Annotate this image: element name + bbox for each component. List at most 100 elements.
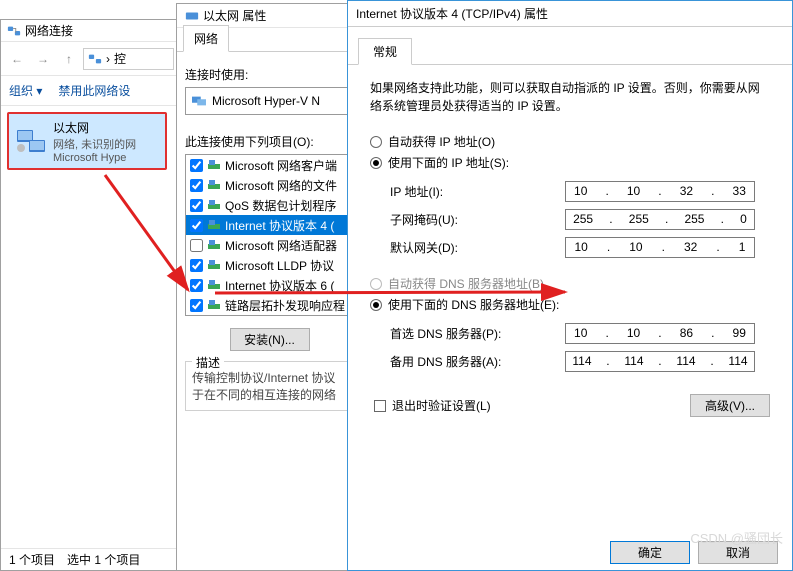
ok-button[interactable]: 确定 [610,541,690,564]
item-label: Microsoft 网络的文件 [225,177,337,194]
item-label: Microsoft LLDP 协议 [225,257,334,274]
default-gateway-input[interactable]: 10.10.32.1 [565,237,755,258]
watermark: CSDN @骚団长 [690,528,783,547]
list-item[interactable]: Microsoft 网络客户端 [186,155,349,175]
protocol-icon [207,298,221,312]
item-checkbox[interactable] [190,159,203,172]
protocol-icon [207,278,221,292]
list-item[interactable]: 链路层拓扑发现响应程 [186,295,349,315]
subnet-mask-label: 子网掩码(U): [390,211,565,228]
description-group: 描述 传输控制协议/Internet 协议于在不同的相互连接的网络 [185,361,354,411]
ethernet-properties-window: 以太网 属性 网络 连接时使用: Microsoft Hyper-V N 此连接… [176,3,363,571]
tab-general[interactable]: 常规 [358,38,412,65]
list-item[interactable]: Microsoft 网络的文件 [186,175,349,195]
item-checkbox[interactable] [190,279,203,292]
list-item[interactable]: Internet 协议版本 4 ( [186,215,349,235]
radio-auto-ip-label: 自动获得 IP 地址(O) [388,133,495,150]
item-checkbox[interactable] [190,179,203,192]
network-icon [88,52,102,66]
connection-name: 以太网 [53,119,136,136]
nav-up-button[interactable]: ↑ [57,47,81,71]
connection-item-ethernet[interactable]: 以太网 网络, 未识别的网 Microsoft Hype [7,112,167,170]
connections-list: 以太网 网络, 未识别的网 Microsoft Hype [1,106,178,176]
radio-icon [370,278,382,290]
connect-using-label: 连接时使用: [185,66,354,83]
radio-icon [370,299,382,311]
validate-on-exit-checkbox[interactable]: 退出时验证设置(L) [374,397,491,414]
ipv4-titlebar[interactable]: Internet 协议版本 4 (TCP/IPv4) 属性 [348,1,792,27]
radio-icon [370,136,382,148]
disable-device-button[interactable]: 禁用此网络设 [50,82,138,99]
ethprop-title: 以太网 属性 [203,7,266,24]
item-label: QoS 数据包计划程序 [225,197,336,214]
network-icon [7,24,21,38]
protocol-icon [207,218,221,232]
ipv4-body: 如果网络支持此功能，则可以获取自动指派的 IP 设置。否则，你需要从网络系统管理… [348,65,792,428]
ipv4-tabs: 常规 [348,41,792,65]
protocol-icon [207,238,221,252]
description-label: 描述 [192,354,224,371]
item-label: Microsoft 网络适配器 [225,237,337,254]
address-text: 控 [114,50,126,67]
netconn-titlebar[interactable]: 网络连接 [1,20,178,42]
nav-forward-button: → [31,47,55,71]
item-label: Microsoft 网络客户端 [225,157,337,174]
radio-use-dns[interactable]: 使用下面的 DNS 服务器地址(E): [370,296,770,313]
nav-back-button[interactable]: ← [5,47,29,71]
radio-use-ip[interactable]: 使用下面的 IP 地址(S): [370,154,770,171]
tab-network[interactable]: 网络 [183,25,229,52]
item-checkbox[interactable] [190,239,203,252]
advanced-button[interactable]: 高级(V)... [690,394,770,417]
adapter-icon [192,94,206,108]
connection-item-text: 以太网 网络, 未识别的网 Microsoft Hype [53,119,136,164]
radio-use-ip-label: 使用下面的 IP 地址(S): [388,154,509,171]
netconn-commandbar: 组织 ▾ 禁用此网络设 [1,76,178,106]
item-label: 链路层拓扑发现响应程 [225,297,345,314]
network-connections-window: 网络连接 ← → ↑ › 控 组织 ▾ 禁用此网络设 以太网 网络, 未识别的网… [0,19,179,571]
radio-auto-dns: 自动获得 DNS 服务器地址(B) [370,275,770,292]
checkbox-icon [374,400,386,412]
protocol-icon [207,198,221,212]
netconn-statusbar: 1 个项目 选中 1 个项目 [1,548,178,570]
protocol-icon [207,178,221,192]
subnet-mask-input[interactable]: 255.255.255.0 [565,209,755,230]
ip-address-input[interactable]: 10.10.32.33 [565,181,755,202]
preferred-dns-input[interactable]: 10.10.86.99 [565,323,755,344]
item-checkbox[interactable] [190,299,203,312]
radio-auto-dns-label: 自动获得 DNS 服务器地址(B) [388,275,544,292]
list-item[interactable]: Internet 协议版本 6 ( [186,275,349,295]
radio-auto-ip[interactable]: 自动获得 IP 地址(O) [370,133,770,150]
ethprop-tabs: 网络 [177,28,362,52]
item-checkbox[interactable] [190,259,203,272]
list-item[interactable]: Microsoft 网络适配器 [186,235,349,255]
radio-use-dns-label: 使用下面的 DNS 服务器地址(E): [388,296,559,313]
alternate-dns-label: 备用 DNS 服务器(A): [390,353,565,370]
address-bar[interactable]: › 控 [83,48,174,70]
connection-status: 网络, 未识别的网 [53,136,136,152]
install-button[interactable]: 安装(N)... [230,328,310,351]
organize-menu[interactable]: 组织 ▾ [1,82,50,99]
ethernet-adapter-icon [15,128,47,154]
alternate-dns-input[interactable]: 114.114.114.114 [565,351,755,372]
status-selected-count: 选中 1 个项目 [67,551,140,568]
ipv4-title: Internet 协议版本 4 (TCP/IPv4) 属性 [356,5,548,22]
list-item[interactable]: Microsoft LLDP 协议 [186,255,349,275]
list-item[interactable]: QoS 数据包计划程序 [186,195,349,215]
protocol-icon [207,158,221,172]
status-item-count: 1 个项目 [9,551,55,568]
adapter-box[interactable]: Microsoft Hyper-V N [185,87,354,115]
ethprop-body: 连接时使用: Microsoft Hyper-V N 此连接使用下列项目(O):… [177,52,362,419]
default-gateway-label: 默认网关(D): [390,239,565,256]
connection-adapter: Microsoft Hype [53,152,136,164]
description-text: 传输控制协议/Internet 协议于在不同的相互连接的网络 [192,370,347,404]
items-label: 此连接使用下列项目(O): [185,133,354,150]
ipv4-properties-window: Internet 协议版本 4 (TCP/IPv4) 属性 常规 如果网络支持此… [347,0,793,571]
item-checkbox[interactable] [190,199,203,212]
radio-icon [370,157,382,169]
validate-on-exit-label: 退出时验证设置(L) [392,397,491,414]
item-checkbox[interactable] [190,219,203,232]
protocol-icon [207,258,221,272]
connection-items-listbox[interactable]: Microsoft 网络客户端 Microsoft 网络的文件 QoS 数据包计划程… [185,154,354,316]
adapter-name: Microsoft Hyper-V N [212,94,320,108]
item-label: Internet 协议版本 6 ( [225,277,334,294]
